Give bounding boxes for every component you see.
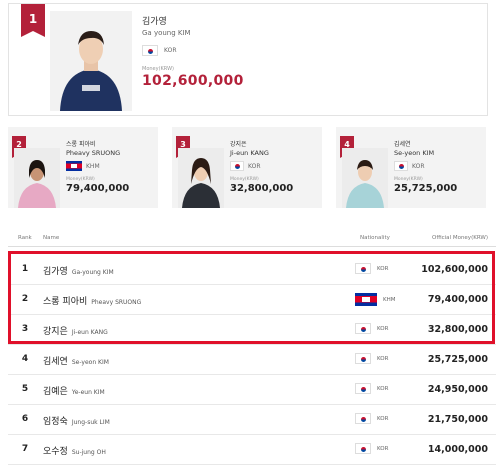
table-row[interactable]: 3 강지은 Ji-eun KANG KOR 32,800,000 (8, 315, 496, 345)
korea-flag-icon (355, 443, 371, 454)
row-rank: 7 (21, 444, 29, 454)
row-name-korean: 강지은 (43, 327, 68, 337)
korea-flag-icon (355, 413, 371, 424)
player-card-rank-4[interactable]: 4 김세연 Se-yeon KIM KOR Money(KRW) 25,725,… (336, 127, 486, 208)
row-nationality: KOR (377, 385, 389, 392)
player-photo (342, 148, 388, 208)
nationality-code: KOR (248, 162, 261, 170)
row-name-english: Jung-suk LIM (71, 419, 110, 426)
player-name-korean: 강지은 (230, 141, 247, 148)
header-money: Official Money(KRW) (431, 235, 488, 241)
row-name-english: Pheavy SRUONG (91, 299, 142, 306)
row-name-korean: 김가영 (43, 267, 68, 277)
row-name-english: Ji-eun KANG (71, 329, 108, 336)
cambodia-flag-icon (66, 161, 82, 171)
prize-money: 25,725,000 (394, 183, 458, 194)
row-rank: 3 (21, 324, 29, 334)
row-rank: 1 (21, 264, 29, 274)
top-player-card[interactable]: 1 김가영 Ga young KIM KOR Money(KRW) 102,60… (8, 3, 488, 116)
row-name-english: Ye-eun KIM (71, 389, 105, 396)
player-name-english: Se-yeon KIM (394, 149, 435, 157)
row-name[interactable]: 김가영 Ga-young KIM (43, 264, 114, 277)
table-row[interactable]: 6 임정숙 Jung-suk LIM KOR 21,750,000 (8, 405, 496, 435)
row-name[interactable]: 김세연 Se-yeon KIM (43, 354, 109, 367)
money-label: Money(KRW) (66, 177, 95, 182)
header-nationality: Nationality (360, 235, 390, 241)
row-name-english: Se-yeon KIM (71, 359, 109, 366)
player-name-english: Ga young KIM (142, 29, 191, 37)
row-rank: 6 (21, 414, 29, 424)
nationality-code: KOR (164, 47, 177, 54)
row-name-korean: 스롱 피아비 (43, 297, 88, 307)
row-name[interactable]: 오수정 Su-jung OH (43, 444, 106, 457)
top-player-info: 김가영 Ga young KIM KOR Money(KRW) 102,600,… (142, 14, 244, 89)
player-photo (178, 148, 224, 208)
row-money: 14,000,000 (427, 444, 488, 455)
row-money: 21,750,000 (427, 414, 488, 425)
row-nationality: KOR (377, 325, 389, 332)
row-money: 32,800,000 (427, 324, 488, 335)
korea-flag-icon (355, 383, 371, 394)
player-photo (50, 11, 132, 111)
row-name-korean: 김예은 (43, 387, 68, 397)
row-name[interactable]: 강지은 Ji-eun KANG (43, 324, 108, 337)
korea-flag-icon (355, 353, 371, 364)
row-rank: 4 (21, 354, 29, 364)
money-label: Money(KRW) (230, 177, 259, 182)
player-card-rank-3[interactable]: 3 강지은 Ji-eun KANG KOR Money(KRW) 32,800,… (172, 127, 322, 208)
table-row[interactable]: 5 김예은 Ye-eun KIM KOR 24,950,000 (8, 375, 496, 405)
player-name-english: Ji-eun KANG (230, 149, 269, 157)
nationality-code: KHM (86, 162, 100, 170)
table-header: Rank Name Nationality Official Money(KRW… (8, 230, 496, 247)
row-nationality: KOR (377, 445, 389, 452)
row-money: 25,725,000 (427, 354, 488, 365)
prize-money: 79,400,000 (66, 183, 130, 194)
ranking-table: Rank Name Nationality Official Money(KRW… (8, 230, 496, 465)
row-money: 79,400,000 (427, 294, 488, 305)
row-nationality: KHM (383, 296, 396, 303)
player-photo (14, 148, 60, 208)
rank-badge: 1 (21, 4, 45, 37)
row-money: 102,600,000 (421, 264, 488, 275)
row-name[interactable]: 임정숙 Jung-suk LIM (43, 414, 110, 427)
table-row[interactable]: 4 김세연 Se-yeon KIM KOR 25,725,000 (8, 345, 496, 375)
row-rank: 5 (21, 384, 29, 394)
row-name-english: Ga-young KIM (71, 269, 114, 276)
player-name-korean: 김가영 (142, 17, 167, 27)
nationality-code: KOR (412, 162, 425, 170)
prize-money: 32,800,000 (230, 183, 294, 194)
header-name: Name (43, 235, 60, 241)
money-label: Money(KRW) (394, 177, 423, 182)
row-name[interactable]: 김예은 Ye-eun KIM (43, 384, 105, 397)
korea-flag-icon (230, 161, 244, 171)
korea-flag-icon (142, 45, 158, 56)
row-name-english: Su-jung OH (71, 449, 106, 456)
player-name-korean: 김세연 (394, 141, 411, 148)
table-row[interactable]: 1 김가영 Ga-young KIM KOR 102,600,000 (8, 255, 496, 285)
row-name-korean: 오수정 (43, 447, 68, 457)
row-name-korean: 임정숙 (43, 417, 68, 427)
korea-flag-icon (355, 323, 371, 334)
row-nationality: KOR (377, 265, 389, 272)
row-nationality: KOR (377, 415, 389, 422)
player-name-korean: 스롱 피아비 (66, 141, 96, 148)
table-row[interactable]: 2 스롱 피아비 Pheavy SRUONG KHM 79,400,000 (8, 285, 496, 315)
korea-flag-icon (355, 263, 371, 274)
player-card-rank-2[interactable]: 2 스롱 피아비 Pheavy SRUONG KHM Money(KRW) 79… (8, 127, 158, 208)
prize-money: 102,600,000 (142, 73, 244, 89)
row-rank: 2 (21, 294, 29, 304)
cambodia-flag-icon (355, 293, 377, 306)
row-name-korean: 김세연 (43, 357, 68, 367)
row-money: 24,950,000 (427, 384, 488, 395)
row-nationality: KOR (377, 355, 389, 362)
row-name[interactable]: 스롱 피아비 Pheavy SRUONG (43, 294, 141, 307)
player-name-english: Pheavy SRUONG (66, 149, 121, 157)
korea-flag-icon (394, 161, 408, 171)
money-label: Money(KRW) (142, 66, 174, 72)
header-rank: Rank (18, 235, 32, 241)
